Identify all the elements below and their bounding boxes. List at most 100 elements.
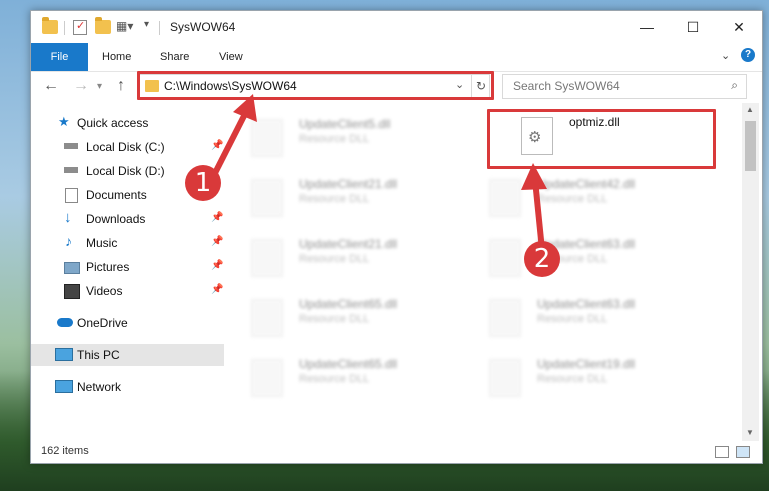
recent-locations-chevron-icon[interactable]: ▾ <box>97 81 102 92</box>
file-type: Resource DLL <box>299 373 370 385</box>
cloud-icon <box>57 318 73 327</box>
file-item[interactable]: UpdateClient65.dll Resource DLL <box>231 351 461 403</box>
file-name: UpdateClient19.dll <box>537 357 636 371</box>
search-icon[interactable]: ⌕ <box>731 78 738 93</box>
sidebar-item-pictures[interactable]: Pictures 📌 <box>31 256 224 278</box>
sidebar-item-label: Local Disk (D:) <box>86 164 165 178</box>
file-item[interactable]: UpdateClient21.dll Resource DLL <box>231 231 461 283</box>
item-count: 162 items <box>41 445 89 457</box>
pin-icon[interactable]: 📌 <box>211 212 223 223</box>
help-icon[interactable]: ? <box>741 48 755 62</box>
window-title: SysWOW64 <box>170 20 236 34</box>
expand-ribbon-chevron-icon[interactable]: ⌄ <box>721 49 730 62</box>
file-item[interactable]: UpdateClient5.dll Resource DLL <box>231 111 461 163</box>
sidebar-item-label: Music <box>86 236 118 250</box>
file-highlight <box>487 109 716 169</box>
sidebar-item-music[interactable]: ♪ Music 📌 <box>31 232 224 254</box>
forward-button[interactable]: → <box>73 77 89 95</box>
scroll-up-icon[interactable]: ▲ <box>746 105 754 114</box>
close-button[interactable]: ✕ <box>716 11 762 43</box>
file-name: UpdateClient21.dll <box>299 177 398 191</box>
drive-icon <box>64 167 78 173</box>
up-button[interactable]: ↑ <box>117 77 125 95</box>
file-name: UpdateClient65.dll <box>299 357 398 371</box>
file-name: UpdateClient21.dll <box>299 237 398 251</box>
dll-file-icon <box>489 179 521 217</box>
file-item[interactable]: UpdateClient63.dll Resource DLL <box>469 231 699 283</box>
file-type: Resource DLL <box>299 133 370 145</box>
dll-file-icon <box>251 119 283 157</box>
sidebar-item-label: Local Disk (C:) <box>86 140 165 154</box>
folder-icon <box>42 17 58 34</box>
sidebar-item-label: Documents <box>86 188 147 202</box>
sidebar-item-quick-access[interactable]: ★ Quick access <box>31 112 224 134</box>
sidebar-item-downloads[interactable]: ↓ Downloads 📌 <box>31 208 224 230</box>
file-type: Resource DLL <box>537 313 608 325</box>
sidebar-item-label: Quick access <box>77 116 149 130</box>
file-item[interactable]: UpdateClient21.dll Resource DLL <box>231 171 461 223</box>
vertical-scrollbar[interactable]: ▲ ▼ <box>742 103 759 441</box>
file-type: Resource DLL <box>299 193 370 205</box>
file-name: UpdateClient65.dll <box>299 297 398 311</box>
large-icons-view-icon[interactable] <box>736 446 750 458</box>
music-icon: ♪ <box>65 233 72 249</box>
file-type: Resource DLL <box>537 373 608 385</box>
file-type: Resource DLL <box>299 253 370 265</box>
videos-icon <box>64 284 80 299</box>
file-item[interactable]: UpdateClient19.dll Resource DLL <box>469 351 699 403</box>
divider <box>159 21 160 35</box>
file-name: UpdateClient5.dll <box>299 117 391 131</box>
file-item[interactable]: UpdateClient42.dll Resource DLL <box>469 171 699 223</box>
properties-icon[interactable] <box>73 19 87 35</box>
scrollbar-thumb[interactable] <box>745 121 756 171</box>
file-name: UpdateClient63.dll <box>537 297 636 311</box>
file-type: Resource DLL <box>299 313 370 325</box>
sidebar-item-label: Downloads <box>86 212 146 226</box>
step-2-badge: 2 <box>524 241 560 277</box>
navigation-pane: ★ Quick access Local Disk (C:) 📌 Local D… <box>31 107 227 441</box>
sidebar-item-local-disk-c[interactable]: Local Disk (C:) 📌 <box>31 136 224 158</box>
ribbon: File Home Share View ⌄ ? <box>31 43 762 72</box>
computer-icon <box>55 348 73 361</box>
sidebar-item-network[interactable]: Network <box>31 376 224 398</box>
address-bar-highlight <box>137 71 494 100</box>
toolbar-dropdown-icon[interactable]: ▾ <box>144 19 160 33</box>
sidebar-item-label: This PC <box>77 348 120 362</box>
file-item[interactable]: UpdateClient65.dll Resource DLL <box>231 291 461 343</box>
dll-file-icon <box>251 359 283 397</box>
minimize-button[interactable]: — <box>624 11 670 43</box>
pin-icon[interactable]: 📌 <box>211 260 223 271</box>
step-1-badge: 1 <box>185 165 221 201</box>
drive-icon <box>64 143 78 149</box>
status-bar: 162 items <box>31 441 762 463</box>
search-placeholder[interactable]: Search SysWOW64 <box>513 79 620 93</box>
dll-file-icon <box>489 239 521 277</box>
pin-icon[interactable]: 📌 <box>211 140 223 151</box>
tab-home[interactable]: Home <box>102 43 131 71</box>
divider <box>64 21 65 35</box>
sidebar-item-label: Videos <box>86 284 123 298</box>
tab-view[interactable]: View <box>219 43 243 71</box>
details-view-icon[interactable] <box>715 446 729 458</box>
maximize-button[interactable]: ☐ <box>670 11 716 43</box>
tab-share[interactable]: Share <box>160 43 189 71</box>
back-button[interactable]: ← <box>43 77 59 95</box>
documents-icon <box>65 188 78 203</box>
pin-icon[interactable]: 📌 <box>211 284 223 295</box>
search-box[interactable]: Search SysWOW64 ⌕ <box>502 74 747 99</box>
scroll-down-icon[interactable]: ▼ <box>746 428 754 437</box>
pin-icon[interactable]: 📌 <box>211 236 223 247</box>
customize-toolbar-icon[interactable]: ▦▾ <box>116 19 133 33</box>
tab-file[interactable]: File <box>31 43 88 71</box>
new-folder-icon[interactable] <box>95 17 111 34</box>
dll-file-icon <box>251 179 283 217</box>
sidebar-item-onedrive[interactable]: OneDrive <box>31 312 224 334</box>
star-icon: ★ <box>58 114 70 129</box>
pictures-icon <box>64 262 80 274</box>
sidebar-item-label: OneDrive <box>77 316 128 330</box>
file-item[interactable]: UpdateClient63.dll Resource DLL <box>469 291 699 343</box>
file-name: UpdateClient42.dll <box>537 177 636 191</box>
sidebar-item-videos[interactable]: Videos 📌 <box>31 280 224 302</box>
sidebar-item-label: Network <box>77 380 122 394</box>
sidebar-item-this-pc[interactable]: This PC <box>31 344 224 366</box>
